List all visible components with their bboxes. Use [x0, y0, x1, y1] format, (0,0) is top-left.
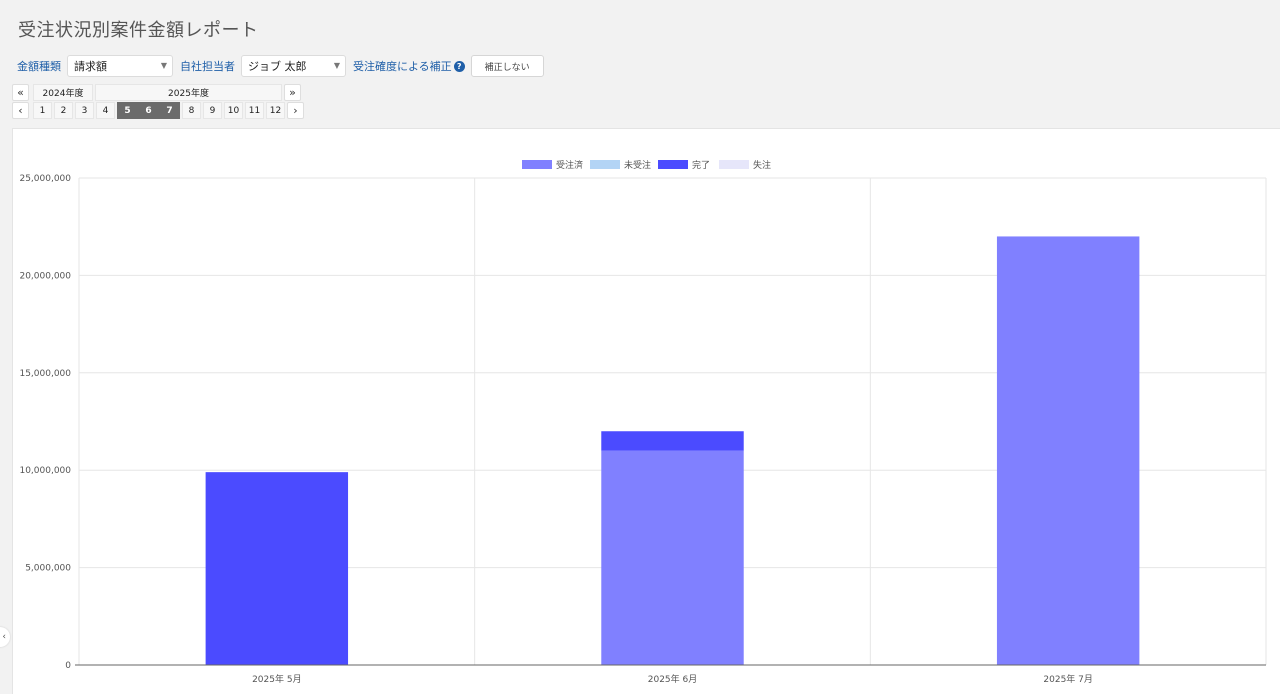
amount-type-select[interactable]: 請求額 ▼ — [67, 55, 173, 77]
y-tick-label: 25,000,000 — [19, 174, 71, 184]
legend-label: 受注済 — [556, 159, 583, 171]
y-tick-label: 20,000,000 — [19, 271, 71, 281]
legend-label: 失注 — [753, 159, 771, 171]
month-9[interactable]: 9 — [203, 102, 222, 119]
legend-swatch — [522, 160, 552, 169]
bar-segment — [205, 472, 349, 665]
chevron-down-icon: ▼ — [333, 61, 340, 70]
owner-value: ジョブ 太郎 — [248, 60, 307, 73]
amount-type-value: 請求額 — [74, 60, 107, 73]
legend-swatch — [719, 160, 749, 169]
legend-label: 完了 — [692, 159, 710, 171]
month-11[interactable]: 11 — [245, 102, 264, 119]
chart-legend: 受注済 未受注 完了 失注 — [522, 159, 771, 171]
page-title: 受注状況別案件金額レポート — [18, 20, 259, 41]
prev-month-button[interactable]: ‹ — [12, 102, 29, 119]
y-tick-label: 10,000,000 — [19, 466, 71, 476]
month-8[interactable]: 8 — [182, 102, 201, 119]
correction-label: 受注確度による補正 — [353, 60, 452, 73]
correction-button[interactable]: 補正しない — [470, 55, 544, 77]
help-icon[interactable]: ? — [453, 60, 465, 72]
fiscal-year-2024[interactable]: 2024年度 — [33, 84, 93, 101]
x-tick-label: 2025年 6月 — [648, 673, 698, 685]
y-tick-label: 15,000,000 — [19, 369, 71, 379]
month-3[interactable]: 3 — [75, 102, 94, 119]
chart-panel: 0 5,000,000 10,000,000 15,000,000 20,000,000… — [12, 128, 1280, 694]
bar-segment — [601, 450, 744, 665]
chart-bars — [205, 236, 1140, 665]
legend-swatch — [590, 160, 620, 169]
fiscal-year-2025[interactable]: 2025年度 — [95, 84, 282, 101]
month-2[interactable]: 2 — [54, 102, 73, 119]
sidebar-toggle-button[interactable]: ‹ — [0, 627, 10, 647]
owner-select[interactable]: ジョブ 太郎 ▼ — [241, 55, 346, 77]
month-4[interactable]: 4 — [96, 102, 115, 119]
prev-year-button[interactable]: « — [12, 84, 29, 101]
month-12[interactable]: 12 — [266, 102, 285, 119]
owner-label: 自社担当者 — [180, 60, 235, 73]
bar-segment — [601, 431, 744, 451]
period-selector: « 2024年度 2025年度 » ‹ 1 2 3 4 5 6 7 8 9 10… — [12, 84, 306, 120]
legend-label: 未受注 — [624, 159, 651, 171]
amount-type-label: 金額種類 — [17, 60, 61, 73]
month-1[interactable]: 1 — [33, 102, 52, 119]
filter-bar: 金額種類 請求額 ▼ 自社担当者 ジョブ 太郎 ▼ 受注確度による補正 ? 補正… — [17, 55, 544, 77]
chevron-down-icon: ▼ — [160, 61, 167, 70]
x-tick-label: 2025年 7月 — [1043, 673, 1093, 685]
month-6[interactable]: 6 — [138, 102, 159, 119]
month-7[interactable]: 7 — [159, 102, 180, 119]
month-row: ‹ 1 2 3 4 5 6 7 8 9 10 11 12 › — [12, 102, 306, 119]
month-5[interactable]: 5 — [117, 102, 138, 119]
month-10[interactable]: 10 — [224, 102, 243, 119]
stacked-bar-chart: 0 5,000,000 10,000,000 15,000,000 20,000,000… — [19, 159, 1267, 685]
next-month-button[interactable]: › — [287, 102, 304, 119]
bar-segment — [996, 236, 1140, 665]
x-tick-label: 2025年 5月 — [252, 673, 302, 685]
fiscal-year-row: « 2024年度 2025年度 » — [12, 84, 306, 101]
y-tick-label: 5,000,000 — [25, 564, 71, 574]
y-tick-label: 0 — [65, 661, 71, 671]
next-year-button[interactable]: » — [284, 84, 301, 101]
legend-swatch — [658, 160, 688, 169]
